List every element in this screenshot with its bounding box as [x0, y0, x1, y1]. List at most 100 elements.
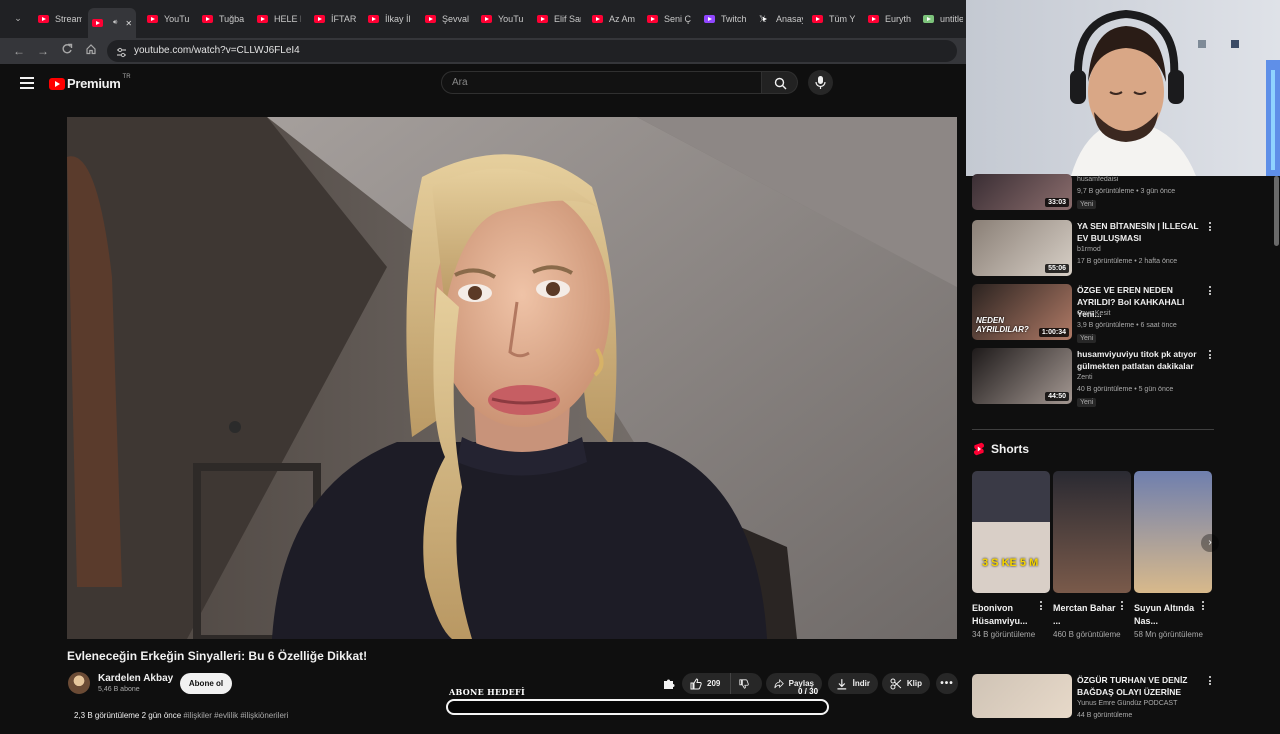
recommended-video[interactable]: NEDEN AYRILDILAR? 1:00:34 ÖZGE VE EREN NED…	[972, 284, 1222, 344]
speaker-icon[interactable]: 🔊︎	[113, 19, 117, 27]
channel-name[interactable]: Kardelen Akbay	[98, 673, 173, 684]
description-summary[interactable]: 2,3 B görüntüleme 2 gün önce #ilişkiler …	[74, 711, 288, 720]
browser-tab[interactable]: Elif Sar	[533, 8, 581, 30]
more-vertical-icon[interactable]	[1208, 676, 1212, 688]
recommended-video[interactable]: 55:06 YA SEN BİTANESİN | İLLEGAL EV BULUŞ…	[972, 220, 1222, 280]
recommended-channel[interactable]: b1rmod	[1077, 246, 1101, 253]
hashtags[interactable]: #ilişkiler #evlilik #ilişkiönerileri	[183, 711, 288, 720]
recommended-channel[interactable]: Cavs Kesit	[1077, 310, 1110, 317]
recommended-channel[interactable]: Yunus Emre Gündüz PODCAST	[1077, 700, 1177, 707]
video-thumbnail[interactable]: 55:06	[972, 220, 1072, 276]
browser-tab[interactable]: Şevval	[421, 8, 469, 30]
browser-tab[interactable]: İFTAR	[310, 8, 358, 30]
browser-tab[interactable]: 🔊︎ ✕	[88, 8, 136, 38]
more-vertical-icon[interactable]	[1039, 601, 1043, 613]
site-settings-icon[interactable]	[116, 45, 127, 58]
scrollbar[interactable]	[1274, 176, 1279, 246]
video-thumbnail[interactable]: 33:03	[972, 174, 1072, 210]
new-badge: Yeni	[1077, 200, 1097, 209]
browser-tab[interactable]: Stream	[34, 8, 82, 30]
youtube-icon	[202, 15, 213, 23]
short-thumbnail[interactable]	[1134, 471, 1212, 593]
short-card[interactable]: Merctan Bahar ... 460 B görüntüleme	[1053, 471, 1131, 639]
like-count: 209	[707, 679, 721, 688]
recommended-video-title[interactable]: ÖZGÜR TURHAN VE DENİZ BAĞDAŞ OLAYI ÜZERİ…	[1077, 674, 1207, 698]
region-code: TR	[122, 73, 131, 80]
short-title[interactable]: Suyun Altında Nas...	[1134, 602, 1198, 628]
secondary-column: 33:03 husamfedaisi 9,7 B görüntüleme • 3 g…	[966, 174, 1280, 720]
browser-tab[interactable]: Tüm Y	[808, 8, 856, 30]
forward-icon[interactable]: →	[34, 42, 52, 60]
browser-tab[interactable]: Az Am	[588, 8, 636, 30]
browser-tab-label: Euryth	[885, 14, 912, 24]
browser-tab[interactable]: Seni Ç	[643, 8, 691, 30]
short-title[interactable]: Merctan Bahar ...	[1053, 602, 1117, 628]
browser-tab-label: İlkay İl	[385, 14, 411, 24]
youtube-premium-logo[interactable]: Premium TR	[49, 73, 131, 91]
reload-icon[interactable]	[58, 42, 76, 60]
recommended-video-title[interactable]: YA SEN BİTANESİN | İLLEGAL EV BULUŞMASI	[1077, 220, 1207, 244]
browser-tab[interactable]: Twitch	[700, 8, 748, 30]
video-thumbnail[interactable]: 44:50	[972, 348, 1072, 404]
download-button[interactable]: İndir	[828, 673, 878, 694]
subscribe-button[interactable]: Abone ol	[180, 673, 232, 694]
home-icon[interactable]	[82, 42, 100, 60]
clip-button[interactable]: Klip	[882, 673, 930, 694]
back-icon[interactable]: ←	[10, 42, 28, 60]
dislike-button[interactable]	[730, 673, 762, 694]
video-thumbnail[interactable]: NEDEN AYRILDILAR? 1:00:34	[972, 284, 1072, 340]
tab-search-chevron-icon[interactable]: ⌄	[12, 13, 24, 25]
browser-tab[interactable]: YouTu	[477, 8, 525, 30]
browser-tab[interactable]: Euryth	[864, 8, 912, 30]
browser-tab[interactable]: 𝕏 Anasay	[755, 8, 803, 30]
search-input[interactable]	[442, 72, 761, 93]
more-actions-button[interactable]: •••	[936, 673, 958, 694]
short-title[interactable]: Ebonivon Hüsamviyu...	[972, 602, 1036, 628]
new-badge: Yeni	[1077, 334, 1097, 343]
more-vertical-icon[interactable]	[1208, 286, 1212, 298]
recommended-video[interactable]: 44:50 husamviyuviyu titok pk atıyor gülme…	[972, 348, 1222, 408]
youtube-icon	[481, 15, 492, 23]
browser-tab[interactable]: Tuğba	[198, 8, 246, 30]
short-thumbnail[interactable]: 3 S KE 5 M	[972, 471, 1050, 593]
search-icon	[774, 77, 787, 90]
shorts-next-chevron-icon[interactable]: ›	[1201, 534, 1219, 552]
short-card[interactable]: 3 S KE 5 M Ebonivon Hüsamviyu... 34 B görü…	[972, 471, 1050, 639]
browser-tab-label: İFTAR	[331, 14, 357, 24]
browser-tab[interactable]: YouTu	[143, 8, 191, 30]
browser-tab[interactable]: untitle	[919, 8, 963, 30]
extension-puzzle-icon[interactable]	[662, 677, 676, 691]
voice-search-button[interactable]	[808, 70, 833, 95]
recommended-channel[interactable]: husamfedaisi	[1077, 176, 1118, 183]
short-thumbnail-caption: 3 S KE 5 M	[982, 557, 1039, 569]
like-button[interactable]: 209	[682, 673, 730, 694]
more-vertical-icon[interactable]	[1201, 601, 1205, 613]
browser-tab[interactable]: İlkay İl	[364, 8, 412, 30]
short-card[interactable]: Suyun Altında Nas... 58 Mn görüntüleme	[1134, 471, 1212, 639]
new-badge: Yeni	[1077, 398, 1097, 407]
close-tab-icon[interactable]: ✕	[125, 19, 132, 28]
thumbnail-caption: NEDEN AYRILDILAR?	[976, 316, 1029, 334]
recommended-video[interactable]: ÖZGÜR TURHAN VE DENİZ BAĞDAŞ OLAYI ÜZERİ…	[972, 674, 1222, 734]
channel-avatar[interactable]	[68, 672, 90, 694]
download-icon	[837, 678, 847, 689]
youtube-icon	[537, 15, 548, 23]
address-bar[interactable]: youtube.com/watch?v=CLLWJ6FLeI4	[107, 40, 957, 62]
search-button[interactable]	[762, 71, 798, 94]
more-vertical-icon[interactable]	[1208, 222, 1212, 234]
browser-tab-label: untitle	[940, 14, 963, 24]
menu-icon[interactable]	[20, 77, 34, 89]
recommended-video-title[interactable]: husamviyuviyu titok pk atıyor gülmekten …	[1077, 348, 1207, 372]
video-thumbnail[interactable]	[972, 674, 1072, 718]
video-player[interactable]	[67, 117, 957, 639]
browser-tab-label: Az Am	[609, 14, 636, 24]
short-views: 34 B görüntüleme	[972, 630, 1036, 639]
browser-tab[interactable]: HELE B	[253, 8, 301, 30]
short-thumbnail[interactable]	[1053, 471, 1131, 593]
youtube-icon	[257, 15, 268, 23]
more-vertical-icon[interactable]	[1208, 350, 1212, 362]
more-vertical-icon[interactable]	[1120, 601, 1124, 613]
recommended-channel[interactable]: Zenti	[1077, 374, 1093, 381]
more-horizontal-icon: •••	[940, 678, 954, 689]
youtube-icon	[425, 15, 436, 23]
